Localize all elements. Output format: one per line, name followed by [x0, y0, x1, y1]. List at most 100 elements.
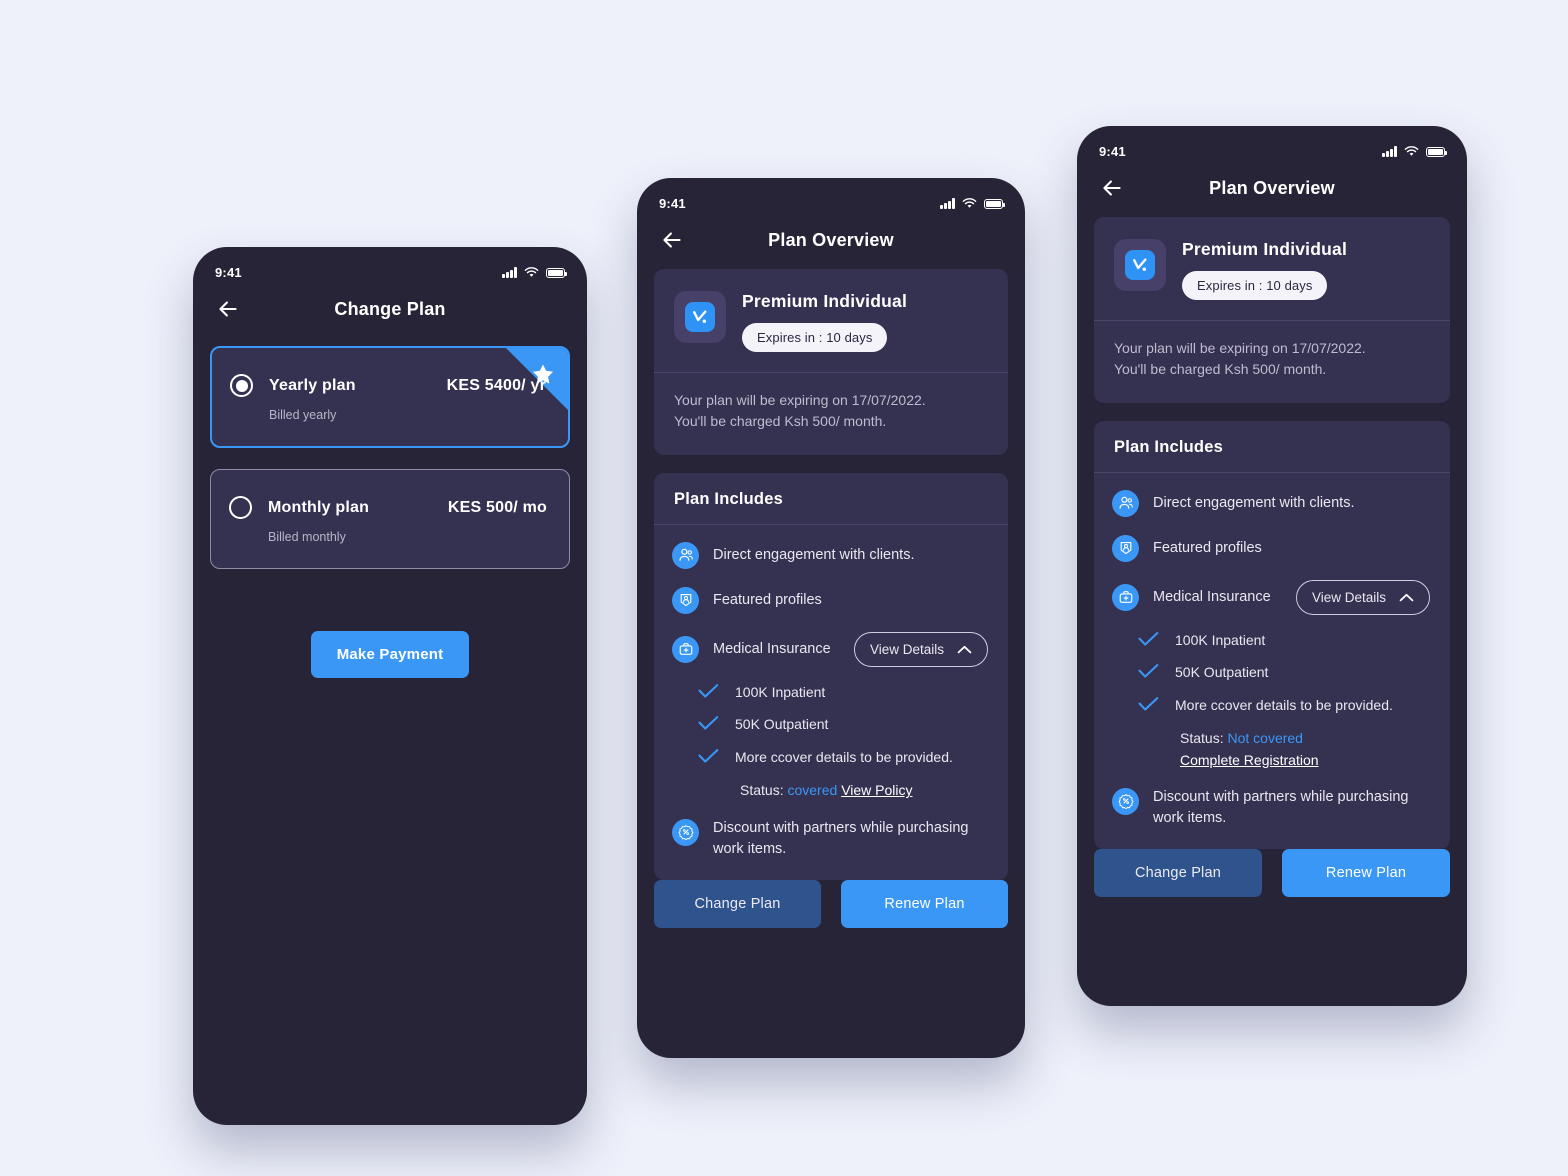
- signal-bars-icon: [940, 198, 955, 209]
- back-arrow-icon[interactable]: [1099, 175, 1125, 201]
- plan-option-yearly[interactable]: Yearly plan KES 5400/ yr Billed yearly: [210, 346, 570, 448]
- plan-includes-card: Plan Includes Direct engagement with cli…: [654, 472, 1008, 880]
- renew-plan-button[interactable]: Renew Plan: [841, 879, 1008, 928]
- overview-body: Premium Individual Expires in : 10 days …: [1077, 217, 1467, 959]
- featured-profile-icon: [672, 586, 699, 614]
- feature-medical-insurance: Medical Insurance View Details: [672, 631, 988, 667]
- feature-medical-insurance: Medical Insurance View Details: [1112, 579, 1430, 615]
- insurance-detail-list: 100K Inpatient 50K Outpatient More ccove…: [672, 683, 988, 802]
- expiry-badge: Expires in : 10 days: [1182, 271, 1328, 300]
- feature-label: Medical Insurance: [1153, 588, 1271, 605]
- insurance-detail-item: 50K Outpatient: [672, 715, 988, 735]
- view-policy-link[interactable]: View Policy: [841, 782, 912, 798]
- signal-bars-icon: [502, 267, 517, 278]
- phone-mockup-change-plan: 9:41 Change Plan Yearly plan KES 5400/ y…: [193, 247, 587, 1125]
- feature-direct-engagement: Direct engagement with clients.: [672, 541, 988, 569]
- status-bar: 9:41: [193, 247, 587, 280]
- battery-icon: [546, 268, 568, 278]
- insurance-detail-text: 100K Inpatient: [735, 683, 826, 700]
- insurance-detail-item: 100K Inpatient: [672, 683, 988, 703]
- status-time: 9:41: [659, 196, 686, 211]
- plan-summary-header: Premium Individual Expires in : 10 days: [654, 269, 1008, 372]
- navbar-change-plan: Change Plan: [193, 280, 587, 338]
- chevron-up-icon: [957, 645, 972, 653]
- view-details-button[interactable]: View Details: [1295, 579, 1430, 615]
- renew-plan-button[interactable]: Renew Plan: [1282, 848, 1450, 897]
- plan-name: Premium Individual: [1182, 239, 1348, 259]
- status-bar: 9:41: [637, 178, 1025, 211]
- check-icon: [1138, 631, 1159, 646]
- app-icon-container: [674, 291, 726, 343]
- plan-note-line-1: Your plan will be expiring on 17/07/2022…: [674, 392, 926, 408]
- feature-label: Featured profiles: [713, 591, 822, 608]
- complete-registration-link[interactable]: Complete Registration: [1180, 752, 1319, 768]
- featured-profile-icon: [1112, 534, 1139, 562]
- plan-name-monthly: Monthly plan: [268, 498, 370, 516]
- phone-mockup-plan-overview-not-covered: 9:41 Plan Overview Premium Individual Ex…: [1077, 126, 1467, 1006]
- radio-monthly[interactable]: [229, 496, 252, 519]
- plan-option-list: Yearly plan KES 5400/ yr Billed yearly M…: [193, 346, 587, 569]
- plan-includes-title: Plan Includes: [674, 489, 783, 508]
- plan-billing-note: Your plan will be expiring on 17/07/2022…: [654, 373, 1008, 455]
- plan-includes-title: Plan Includes: [1114, 437, 1223, 456]
- status-time: 9:41: [1099, 144, 1126, 159]
- overview-footer: Change Plan Renew Plan: [1094, 848, 1450, 959]
- back-arrow-icon[interactable]: [659, 227, 685, 253]
- view-details-label: View Details: [869, 641, 944, 657]
- status-value: Not covered: [1227, 730, 1303, 747]
- feature-label: Featured profiles: [1153, 539, 1262, 556]
- change-plan-button[interactable]: Change Plan: [1094, 848, 1262, 897]
- check-icon: [698, 748, 719, 763]
- view-details-label: View Details: [1311, 589, 1386, 605]
- check-icon: [698, 716, 719, 730]
- make-payment-row: Make Payment: [193, 631, 587, 678]
- feature-label: Direct engagement with clients.: [713, 546, 915, 563]
- plan-summary-card: Premium Individual Expires in : 10 days …: [1094, 217, 1450, 403]
- plan-option-monthly[interactable]: Monthly plan KES 500/ mo Billed monthly: [210, 469, 570, 569]
- make-payment-button[interactable]: Make Payment: [310, 631, 470, 678]
- app-logo-icon: [1125, 250, 1155, 280]
- plan-note-line-1: Your plan will be expiring on 17/07/2022…: [1114, 340, 1366, 356]
- plan-summary-card: Premium Individual Expires in : 10 days …: [654, 269, 1008, 455]
- feature-discount-partners: Discount with partners while purchasing …: [1112, 787, 1430, 829]
- insurance-detail-list: 100K Inpatient 50K Outpatient More ccove…: [1112, 631, 1430, 771]
- insurance-detail-item: More ccover details to be provided.: [672, 748, 988, 768]
- insurance-detail-text: 100K Inpatient: [1175, 631, 1266, 648]
- expiry-badge: Expires in : 10 days: [742, 323, 888, 352]
- discount-percent-icon: [1112, 787, 1139, 815]
- insurance-detail-text: 50K Outpatient: [1175, 664, 1269, 681]
- plan-summary-text: Premium Individual Expires in : 10 days: [1182, 239, 1347, 300]
- status-icons: [1382, 146, 1448, 157]
- overview-footer: Change Plan Renew Plan: [654, 879, 1008, 984]
- change-plan-button[interactable]: Change Plan: [654, 879, 821, 928]
- insurance-detail-text: More ccover details to be provided.: [1175, 696, 1393, 713]
- insurance-detail-item: 100K Inpatient: [1112, 631, 1430, 651]
- page-title: Plan Overview: [1209, 177, 1335, 198]
- medical-bag-icon: [672, 635, 699, 663]
- plan-includes-card: Plan Includes Direct engagement with cli…: [1094, 420, 1450, 849]
- feature-label: Discount with partners while purchasing …: [713, 819, 969, 857]
- view-details-button[interactable]: View Details: [853, 631, 988, 667]
- insurance-detail-text: More ccover details to be provided.: [735, 748, 953, 765]
- feature-discount-partners: Discount with partners while purchasing …: [672, 818, 988, 860]
- check-icon: [698, 683, 719, 698]
- status-icons: [502, 267, 568, 278]
- feature-direct-engagement: Direct engagement with clients.: [1112, 489, 1430, 517]
- plan-note-line-2: You'll be charged Ksh 500/ month.: [674, 413, 887, 430]
- discount-percent-icon: [672, 818, 699, 846]
- insurance-status-row: Status: covered View Policy: [672, 780, 988, 801]
- status-time: 9:41: [215, 265, 242, 280]
- status-label: Status:: [1180, 730, 1224, 747]
- wifi-icon: [1404, 146, 1419, 156]
- insurance-detail-item: More ccover details to be provided.: [1112, 696, 1430, 716]
- app-logo-icon: [685, 302, 715, 332]
- medical-bag-icon: [1112, 583, 1139, 611]
- chevron-up-icon: [1399, 593, 1414, 601]
- radio-yearly[interactable]: [230, 374, 253, 397]
- feature-featured-profiles: Featured profiles: [672, 586, 988, 614]
- plan-billing-yearly: Billed yearly: [269, 408, 337, 422]
- back-arrow-icon[interactable]: [215, 296, 241, 322]
- navbar-plan-overview: Plan Overview: [1077, 159, 1467, 217]
- status-label: Status:: [740, 782, 784, 799]
- plan-price-monthly: KES 500/ mo: [447, 498, 547, 516]
